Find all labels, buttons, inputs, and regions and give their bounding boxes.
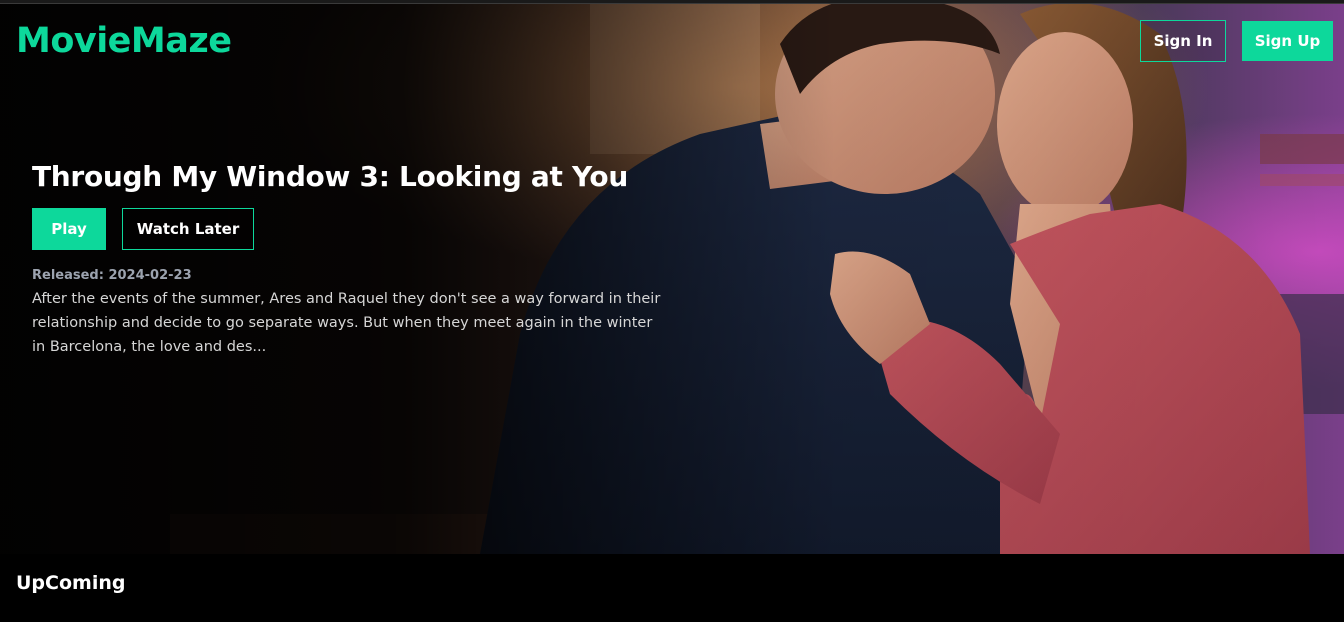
sign-in-button[interactable]: Sign In	[1140, 20, 1226, 62]
page: MovieMaze Sign In Sign Up Through My Win…	[0, 0, 1344, 622]
sign-up-button[interactable]: Sign Up	[1242, 21, 1333, 61]
movie-overview: After the events of the summer, Ares and…	[32, 291, 661, 355]
movie-title: Through My Window 3: Looking at You	[32, 160, 628, 193]
browser-top-edge	[0, 0, 1344, 4]
watch-later-button[interactable]: Watch Later	[122, 208, 254, 250]
top-navbar: MovieMaze Sign In Sign Up	[0, 4, 1344, 76]
play-button[interactable]: Play	[32, 208, 106, 250]
hero-actions: Play Watch Later	[32, 208, 672, 250]
release-date: Released: 2024-02-23	[32, 268, 192, 283]
brand-logo[interactable]: MovieMaze	[16, 21, 232, 61]
upcoming-section-title: UpComing	[16, 572, 126, 594]
hero-details: Through My Window 3: Looking at You Play…	[32, 160, 672, 359]
